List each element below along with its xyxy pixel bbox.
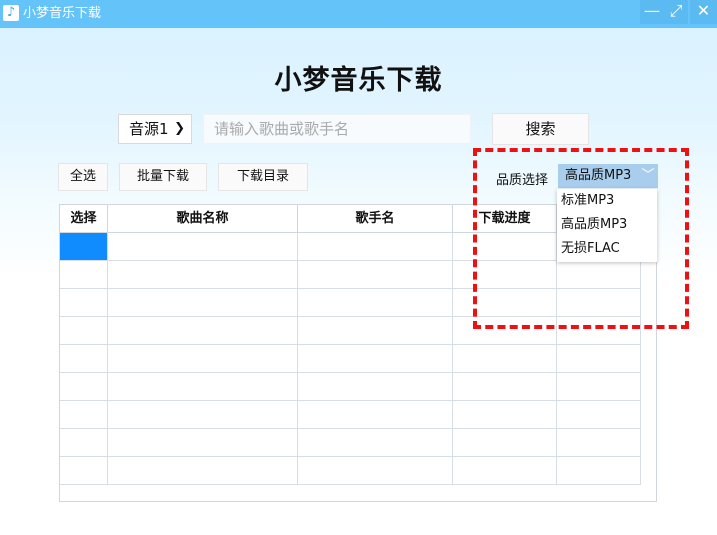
table-cell[interactable] — [108, 373, 298, 401]
table-cell[interactable] — [453, 317, 557, 345]
table-cell[interactable] — [453, 401, 557, 429]
header-singer[interactable]: 歌手名 — [298, 205, 453, 233]
close-button[interactable]: ✕ — [690, 0, 717, 24]
table-cell[interactable] — [60, 429, 108, 457]
search-button[interactable]: 搜索 — [492, 113, 589, 145]
table-cell[interactable] — [60, 289, 108, 317]
table-cell[interactable] — [298, 457, 453, 485]
table-cell[interactable] — [60, 261, 108, 289]
table-cell[interactable] — [557, 457, 641, 485]
search-input[interactable]: 请输入歌曲或歌手名 — [203, 114, 471, 144]
table-cell[interactable] — [298, 345, 453, 373]
table-cell[interactable] — [557, 429, 641, 457]
source-select-value: 音源1 — [129, 120, 169, 138]
maximize-button[interactable]: ⤢ — [664, 0, 688, 24]
table-cell[interactable] — [108, 317, 298, 345]
header-song-name[interactable]: 歌曲名称 — [108, 205, 298, 233]
header-select[interactable]: 选择 — [60, 205, 108, 233]
table-cell[interactable] — [60, 373, 108, 401]
table-cell[interactable] — [108, 261, 298, 289]
quality-label: 品质选择 — [496, 173, 549, 188]
quality-select-value: 高品质MP3 — [565, 168, 632, 183]
table-cell[interactable] — [60, 317, 108, 345]
table-cell[interactable] — [557, 317, 641, 345]
table-cell[interactable] — [108, 233, 298, 261]
download-directory-button[interactable]: 下载目录 — [218, 163, 308, 191]
page-title: 小梦音乐下载 — [274, 65, 443, 96]
table-cell[interactable] — [453, 373, 557, 401]
table-cell[interactable] — [108, 457, 298, 485]
window-title: 小梦音乐下载 — [23, 6, 102, 21]
table-cell[interactable] — [557, 373, 641, 401]
table-cell[interactable] — [108, 429, 298, 457]
table-cell[interactable] — [453, 261, 557, 289]
quality-select[interactable]: 高品质MP3 ﹀ — [558, 164, 658, 188]
select-all-button[interactable]: 全选 — [58, 163, 108, 191]
table-cell[interactable] — [108, 289, 298, 317]
chevron-down-icon: ﹀ — [641, 168, 655, 183]
table-cell[interactable] — [298, 289, 453, 317]
table-cell[interactable] — [557, 289, 641, 317]
quality-option-lossless[interactable]: 无损FLAC — [557, 237, 657, 261]
batch-download-button[interactable]: 批量下载 — [119, 163, 207, 191]
table-cell[interactable] — [453, 345, 557, 373]
table-cell[interactable] — [298, 429, 453, 457]
table-cell[interactable] — [557, 261, 641, 289]
table-cell[interactable] — [60, 457, 108, 485]
quality-dropdown[interactable]: 标准MP3 高品质MP3 无损FLAC — [557, 189, 657, 262]
table-cell[interactable] — [108, 345, 298, 373]
chevron-down-icon: ❯ — [174, 121, 185, 136]
table-cell[interactable] — [298, 373, 453, 401]
table-cell[interactable] — [453, 233, 557, 261]
table-cell[interactable] — [60, 401, 108, 429]
table-cell[interactable] — [108, 401, 298, 429]
table-cell[interactable] — [557, 401, 641, 429]
table-cell[interactable] — [298, 261, 453, 289]
quality-option-high[interactable]: 高品质MP3 — [557, 213, 657, 237]
table-cell[interactable] — [453, 429, 557, 457]
table-cell[interactable] — [60, 345, 108, 373]
minimize-button[interactable]: — — [640, 0, 664, 24]
quality-option-standard[interactable]: 标准MP3 — [557, 189, 657, 213]
title-bar[interactable]: ♪ 小梦音乐下载 — ⤢ ✕ — [0, 0, 717, 28]
table-cell[interactable] — [298, 317, 453, 345]
header-progress[interactable]: 下载进度 — [453, 205, 557, 233]
table-cell[interactable] — [453, 289, 557, 317]
table-cell[interactable] — [298, 233, 453, 261]
table-cell[interactable] — [60, 233, 108, 261]
source-select[interactable]: 音源1 ❯ — [118, 114, 192, 144]
table-cell[interactable] — [453, 457, 557, 485]
table-cell[interactable] — [298, 401, 453, 429]
music-note-icon: ♪ — [3, 5, 19, 21]
table-cell[interactable] — [557, 345, 641, 373]
